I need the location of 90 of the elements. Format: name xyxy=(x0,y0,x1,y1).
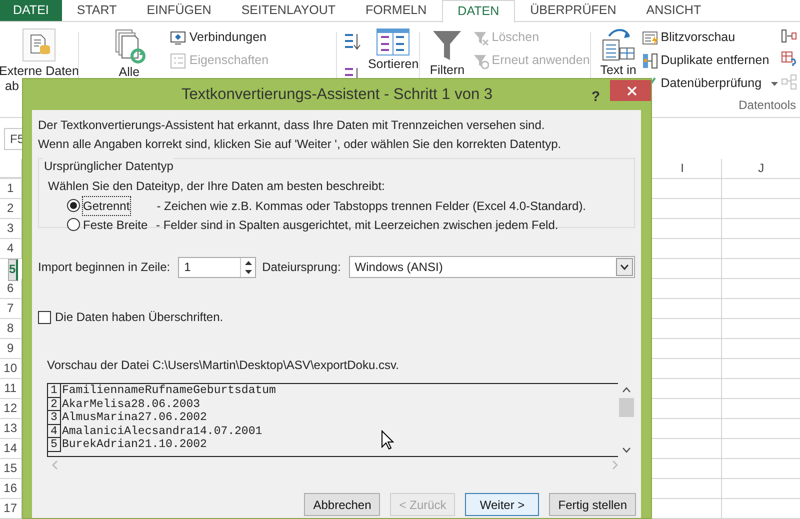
grid-cell[interactable] xyxy=(721,359,800,379)
close-button[interactable] xyxy=(610,80,651,101)
grid-cell[interactable] xyxy=(721,419,800,439)
ribbon-button[interactable]: Blitzvorschau xyxy=(642,28,778,47)
radio-label[interactable]: Getrennt xyxy=(83,196,130,214)
line-number: 1 xyxy=(48,384,61,398)
grid-cell[interactable] xyxy=(721,439,800,459)
grid-cell[interactable] xyxy=(721,379,800,399)
option-description: - Zeichen wie z.B. Kommas oder Tabstopps trennen Felder (Excel 4.0-Standard). xyxy=(156,198,586,214)
file-tab[interactable]: DATEI xyxy=(0,0,62,21)
preview-line: BurekAdrian21.10.2002 xyxy=(61,438,207,452)
group-title: Ursprünglicher Datentyp xyxy=(43,157,174,175)
column-header[interactable]: J xyxy=(721,159,800,178)
grid-cell[interactable] xyxy=(721,399,800,419)
radio-button[interactable] xyxy=(67,199,80,212)
preview-line: AlmusMarina27.06.2002 xyxy=(61,411,207,425)
ribbon-button[interactable]: Duplikate entfernen xyxy=(642,51,778,70)
button-label[interactable]: Text in xyxy=(600,63,636,78)
split-columns-icon[interactable] xyxy=(780,28,796,44)
preview-label: Vorschau der Datei C:\Users\Martin\Desktop\ASV\exportDoku.csv. xyxy=(47,357,400,374)
line-number: 2 xyxy=(48,398,61,412)
ribbon-tab[interactable]: ÜBERPRÜFEN xyxy=(515,0,632,21)
filter-icon[interactable] xyxy=(431,28,464,62)
grid-cell[interactable] xyxy=(721,319,800,339)
scroll-left-icon[interactable] xyxy=(51,460,59,470)
sort-ascending-icon[interactable] xyxy=(343,32,362,52)
grid-cell[interactable] xyxy=(721,279,800,299)
option-description: - Felder sind in Spalten ausgerichtet, mit Leerzeichen zwischen jedem Feld. xyxy=(156,216,558,234)
dropdown-field[interactable]: Windows (ANSI) xyxy=(348,256,635,278)
remove-duplicates-icon xyxy=(642,52,658,68)
ribbon-tab[interactable]: ANSICHT xyxy=(631,0,716,21)
dialog-button[interactable]: Weiter > xyxy=(465,493,540,516)
database-document-icon[interactable] xyxy=(22,28,56,62)
button-label[interactable]: Alle xyxy=(118,65,140,80)
radio-button[interactable] xyxy=(67,218,80,231)
grid-cell[interactable] xyxy=(721,199,800,219)
checkbox-label[interactable]: Die Daten haben Überschriften. xyxy=(55,308,224,326)
ribbon-tab[interactable]: SEITENLAYOUT xyxy=(226,0,351,21)
grid-cell[interactable] xyxy=(721,179,800,199)
prompt-text: Wählen Sie den Dateityp, der Ihre Daten am besten beschreibt: xyxy=(48,178,386,195)
grid-cell[interactable] xyxy=(721,499,800,519)
grid-cell[interactable] xyxy=(721,239,800,259)
preview-line: AmalaniciAlecsandra14.07.2001 xyxy=(61,424,262,438)
window-title: Textkonvertierungs-Assistent - Schritt 1 von 3 xyxy=(182,84,492,105)
ribbon-tab[interactable]: DATEN xyxy=(442,0,516,23)
grid-cell[interactable] xyxy=(721,219,800,239)
ribbon-tab[interactable]: EINFÜGEN xyxy=(132,0,226,21)
dialog-button[interactable]: Fertig stellen xyxy=(549,493,636,516)
clear-filter-icon xyxy=(472,30,489,46)
radio-label[interactable]: Feste Breite xyxy=(83,216,153,234)
properties-icon xyxy=(170,52,186,68)
field-label: Dateiursprung: xyxy=(262,259,341,276)
line-number: 5 xyxy=(48,438,61,452)
grid-cell[interactable] xyxy=(721,339,800,359)
row-header[interactable]: 5 xyxy=(8,259,18,281)
line-number: 4 xyxy=(48,424,61,438)
text-columns-icon[interactable] xyxy=(601,28,636,62)
connections-icon xyxy=(170,30,186,46)
checkbox[interactable] xyxy=(38,310,51,324)
ribbon-tab[interactable]: START xyxy=(62,0,132,21)
dialog-button[interactable]: Abbrechen xyxy=(304,493,380,516)
grid-cell[interactable] xyxy=(721,459,800,479)
preview-line: AkarMelisa28.06.2003 xyxy=(61,398,200,412)
button-label[interactable]: Filtern xyxy=(430,63,465,78)
field-label: Import beginnen in Zeile: xyxy=(38,259,170,276)
instruction-text: Wenn alle Angaben korrekt sind, klicken Sie auf 'Weiter ', oder wählen Sie den korrekten Datentyp. xyxy=(38,136,562,153)
button-label[interactable]: Sortieren xyxy=(368,57,419,72)
close-icon xyxy=(627,86,637,96)
instruction-text: Der Textkonvertierungs-Assistent hat erkannt, dass Ihre Daten mit Trennzeichen versehen sind. xyxy=(38,117,546,134)
grid-cell[interactable] xyxy=(721,299,800,319)
button-label[interactable]: Externe Daten xyxy=(0,64,79,79)
number-field[interactable]: 1 xyxy=(178,256,256,278)
chevron-down-icon xyxy=(620,264,629,270)
ribbon-tab[interactable]: FORMELN xyxy=(350,0,442,21)
group-label: Datentools xyxy=(738,97,796,114)
mouse-cursor-icon xyxy=(381,430,394,450)
button-label[interactable]: ab xyxy=(5,79,19,94)
scroll-right-icon[interactable] xyxy=(611,460,619,470)
caret-icon xyxy=(770,82,778,86)
help-button[interactable]: ? xyxy=(590,85,601,108)
grid-cell[interactable] xyxy=(721,479,800,499)
line-number: 3 xyxy=(48,411,61,425)
ribbon-button[interactable]: Verbindungen xyxy=(170,28,336,47)
grid-cell[interactable] xyxy=(720,259,800,279)
reapply-filter-icon xyxy=(472,52,489,68)
preview-line: FamiliennameRufnameGeburtsdatum xyxy=(61,384,276,398)
scroll-thumb[interactable] xyxy=(619,398,634,417)
flash-fill-icon xyxy=(642,30,658,46)
what-if-icon[interactable] xyxy=(780,51,796,67)
sort-icon[interactable] xyxy=(376,28,410,56)
